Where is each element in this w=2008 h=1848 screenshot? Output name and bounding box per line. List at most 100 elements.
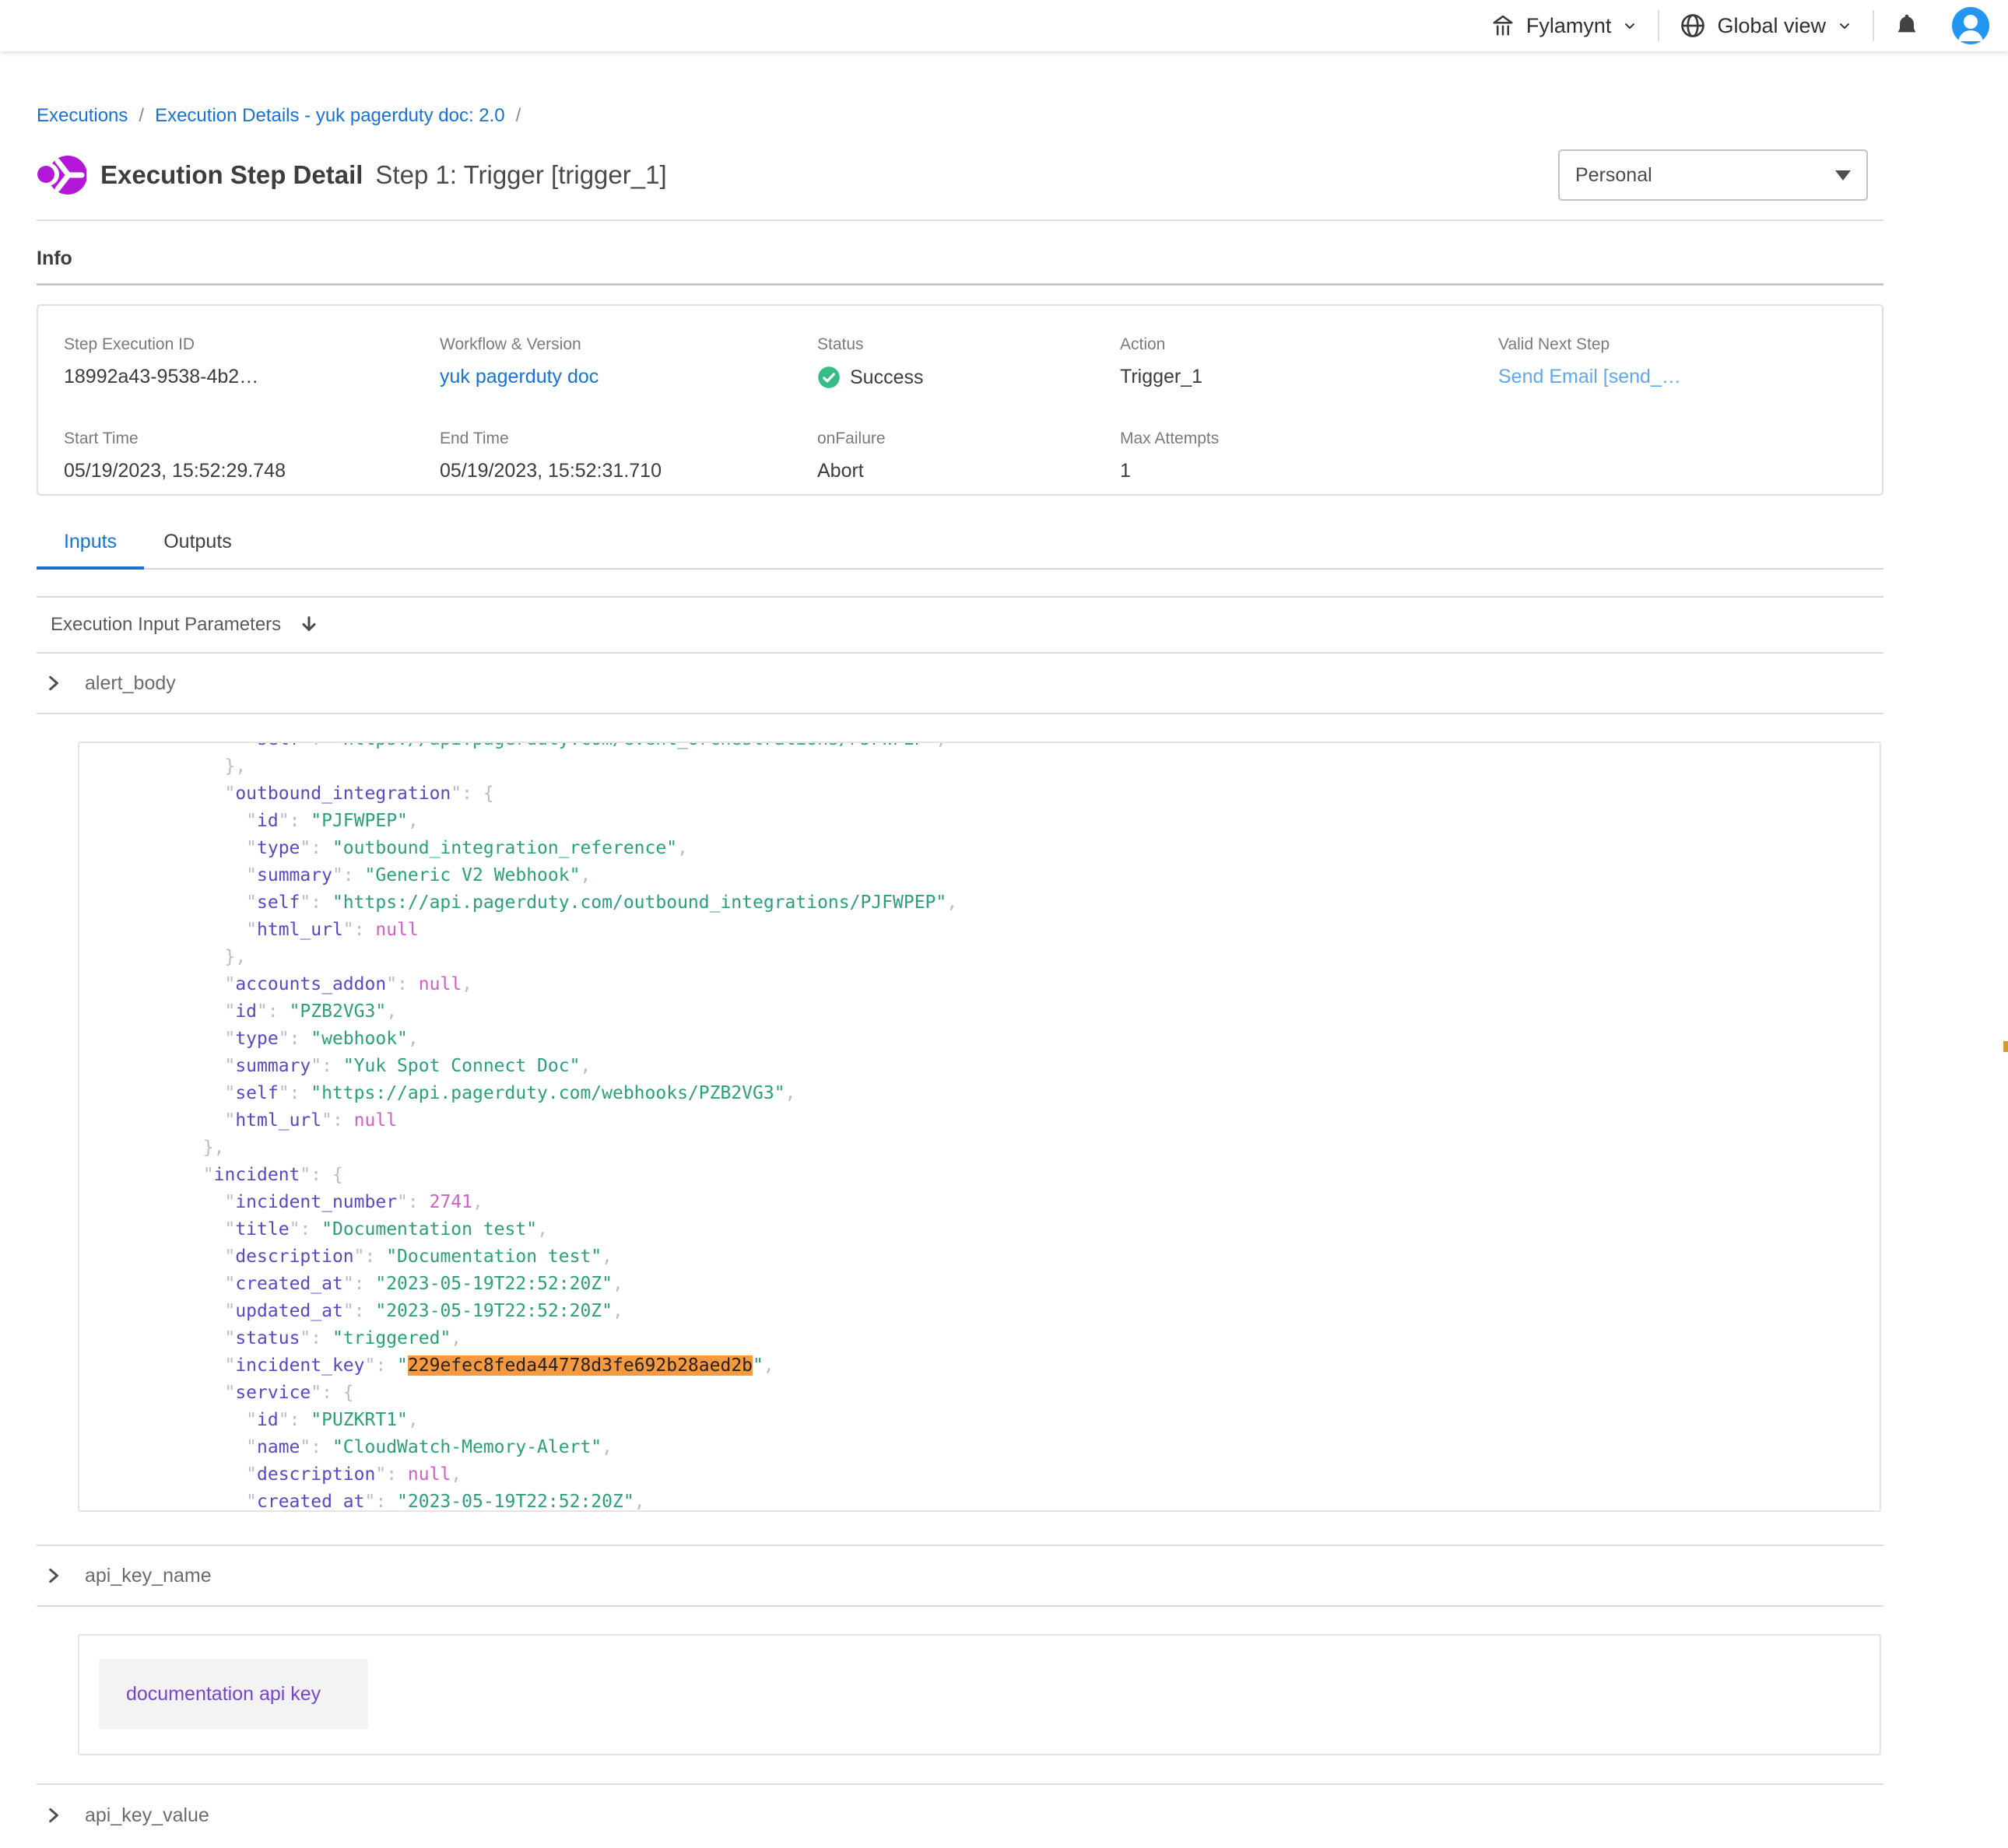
- code-line: "description": null,: [117, 1461, 1864, 1489]
- avatar-icon: [1952, 7, 1989, 44]
- code-line: "summary": "Yuk Spot Connect Doc",: [117, 1053, 1864, 1080]
- scope-select[interactable]: Personal: [1558, 149, 1868, 201]
- code-line: "id": "PZB2VG3",: [117, 998, 1864, 1026]
- notifications-button[interactable]: [1893, 12, 1921, 40]
- info-field-value[interactable]: yuk pagerduty doc: [440, 366, 817, 388]
- info-field-label: Valid Next Step: [1498, 335, 1882, 354]
- info-field: Action Trigger_1: [1120, 335, 1498, 402]
- info-field-value: 05/19/2023, 15:52:31.710: [440, 460, 817, 482]
- code-line: "status": "triggered",: [117, 1325, 1864, 1352]
- tab-inputs[interactable]: Inputs: [37, 531, 144, 568]
- code-line: "self": "https://api.pagerduty.com/event…: [117, 742, 1864, 753]
- param-row-api-key-value[interactable]: api_key_value: [37, 1785, 1883, 1846]
- code-line: "outbound_integration": {: [117, 780, 1864, 808]
- info-field-value: Success: [817, 366, 1120, 389]
- json-code: "self": "https://api.pagerduty.com/event…: [79, 742, 1880, 1512]
- code-line: "self": "https://api.pagerduty.com/outbo…: [117, 889, 1864, 917]
- breadcrumb-separator: /: [516, 105, 521, 127]
- param-label: api_key_value: [85, 1804, 209, 1827]
- success-icon: [817, 366, 841, 389]
- org-label: Fylamynt: [1526, 14, 1612, 38]
- info-field: Status Success: [817, 335, 1120, 402]
- chevron-down-icon: [1620, 16, 1639, 35]
- caret-down-icon: [1835, 170, 1851, 181]
- param-label: alert_body: [85, 672, 176, 695]
- scrollbar-match-marker: [2003, 1041, 2008, 1052]
- breadcrumb-separator: /: [139, 105, 144, 127]
- info-field: onFailureAbort: [817, 430, 1120, 495]
- info-rule: [37, 283, 1883, 286]
- code-line: "accounts_addon": null,: [117, 971, 1864, 998]
- info-field-value: 05/19/2023, 15:52:29.748: [64, 460, 440, 482]
- alert-body-json-viewer[interactable]: "self": "https://api.pagerduty.com/event…: [78, 742, 1881, 1512]
- param-row-api-key-name[interactable]: api_key_name: [37, 1546, 1883, 1607]
- page-header: Execution Step Detail Step 1: Trigger [t…: [37, 147, 1883, 203]
- code-line: "description": "Documentation test",: [117, 1243, 1864, 1271]
- code-line: "html_url": null: [117, 917, 1864, 944]
- code-line: "service": {: [117, 1380, 1864, 1407]
- code-line: "incident_key": "229efec8feda44778d3fe69…: [117, 1352, 1864, 1380]
- topbar-separator: [1658, 10, 1659, 41]
- globe-icon: [1678, 11, 1708, 40]
- breadcrumb-execution-details[interactable]: Execution Details - yuk pagerduty doc: 2…: [155, 105, 505, 127]
- org-switcher[interactable]: Fylamynt: [1489, 12, 1640, 40]
- code-line: "id": "PJFWPEP",: [117, 808, 1864, 835]
- code-line: "created_at": "2023-05-19T22:52:20Z",: [117, 1271, 1864, 1298]
- info-field-label: Max Attempts: [1120, 430, 1498, 448]
- info-field-value: 18992a43-9538-4b2…: [64, 366, 440, 388]
- bell-icon: [1893, 12, 1921, 40]
- info-field: Workflow & Version yuk pagerduty doc: [440, 335, 817, 402]
- params-title: Execution Input Parameters: [51, 614, 281, 636]
- chevron-right-icon: [43, 1805, 63, 1825]
- chevron-right-icon: [43, 1566, 63, 1586]
- code-line: },: [117, 1134, 1864, 1162]
- info-field-label: Workflow & Version: [440, 335, 817, 354]
- info-field-label: Action: [1120, 335, 1498, 354]
- code-line: "html_url": null: [117, 1107, 1864, 1134]
- code-line: "incident_number": 2741,: [117, 1189, 1864, 1216]
- code-line: "incident": {: [117, 1162, 1864, 1189]
- scope-select-value: Personal: [1575, 164, 1652, 187]
- code-line: "updated_at": "2023-05-19T22:52:20Z",: [117, 1298, 1864, 1325]
- code-line: },: [117, 753, 1864, 780]
- tab-outputs[interactable]: Outputs: [144, 531, 251, 568]
- breadcrumb-executions[interactable]: Executions: [37, 105, 128, 127]
- info-field-value: Trigger_1: [1120, 366, 1498, 388]
- topbar: Fylamynt Global view: [0, 0, 2008, 51]
- info-field-value: 1: [1120, 460, 1498, 482]
- info-field: Max Attempts 1: [1120, 430, 1498, 495]
- info-field-label: Start Time: [64, 430, 440, 448]
- search-highlight: 229efec8feda44778d3fe692b28aed2b: [408, 1355, 753, 1376]
- download-arrow-icon[interactable]: [298, 614, 320, 636]
- info-field: Start Time 05/19/2023, 15:52:29.748: [64, 430, 440, 495]
- info-field: Valid Next Step Send Email [send_…: [1498, 335, 1882, 402]
- info-field: End Time 05/19/2023, 15:52:31.710: [440, 430, 817, 495]
- user-avatar[interactable]: [1952, 7, 1989, 44]
- api-key-name-chip[interactable]: documentation api key: [99, 1659, 368, 1729]
- page-title: Execution Step Detail: [100, 160, 363, 190]
- code-line: "created_at": "2023-05-19T22:52:20Z",: [117, 1489, 1864, 1512]
- param-row-alert-body[interactable]: alert_body: [37, 654, 1883, 714]
- code-line: "title": "Documentation test",: [117, 1216, 1864, 1243]
- info-field-label: onFailure: [817, 430, 1120, 448]
- api-key-name-value-box: documentation api key: [78, 1634, 1881, 1755]
- info-field-label: Step Execution ID: [64, 335, 440, 354]
- info-field-value[interactable]: Send Email [send_…: [1498, 366, 1882, 388]
- chevron-down-icon: [1835, 16, 1854, 35]
- code-line: "type": "webhook",: [117, 1026, 1864, 1053]
- breadcrumb: Executions / Execution Details - yuk pag…: [37, 51, 1883, 127]
- info-field-label: End Time: [440, 430, 817, 448]
- workflow-step-icon: [37, 150, 86, 200]
- code-line: "name": "CloudWatch-Memory-Alert",: [117, 1434, 1864, 1461]
- page-subtitle: Step 1: Trigger [trigger_1]: [375, 160, 666, 190]
- topbar-separator: [1873, 10, 1874, 41]
- info-field-label: Status: [817, 335, 1120, 354]
- bank-icon: [1489, 12, 1517, 40]
- view-switcher[interactable]: Global view: [1678, 11, 1854, 40]
- info-card: Step Execution ID 18992a43-9538-4b2…Workf…: [37, 304, 1883, 496]
- execution-input-parameters-header: Execution Input Parameters: [37, 598, 1883, 654]
- tabs: Inputs Outputs: [37, 531, 1883, 570]
- divider: [37, 219, 1883, 221]
- code-line: "summary": "Generic V2 Webhook",: [117, 862, 1864, 889]
- info-field: Step Execution ID 18992a43-9538-4b2…: [64, 335, 440, 402]
